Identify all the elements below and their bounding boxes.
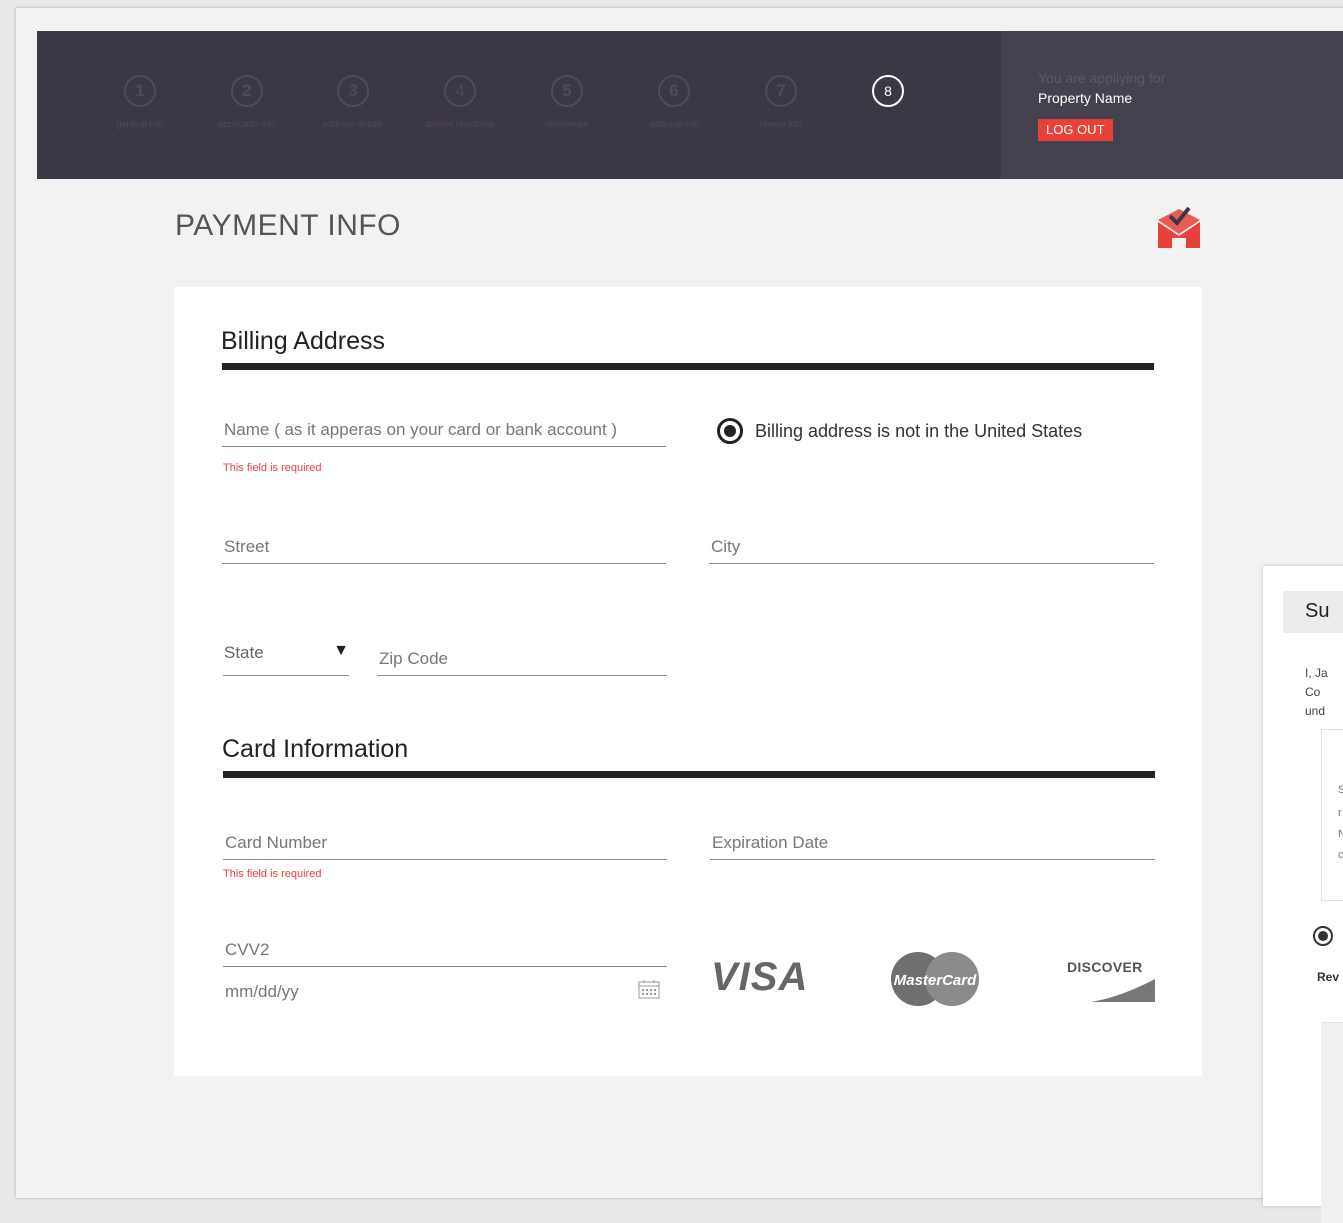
discover-swoosh-icon bbox=[1091, 979, 1155, 1002]
step-4[interactable]: 4 current residence bbox=[405, 75, 515, 129]
non-us-billing-label: Billing address is not in the United Sta… bbox=[755, 420, 1083, 441]
card-number-input[interactable] bbox=[223, 826, 667, 860]
terms-text-line: N bbox=[1338, 828, 1343, 840]
street-input[interactable] bbox=[222, 530, 666, 564]
cvv-input[interactable] bbox=[223, 933, 667, 967]
summary-panel-title: Su bbox=[1305, 600, 1330, 622]
step-number: 1 bbox=[124, 75, 156, 107]
step-progress: 1 general info 2 applicants info 3 addre… bbox=[37, 31, 1001, 179]
review-content-area bbox=[1321, 1022, 1343, 1223]
step-7[interactable]: 7 review info bbox=[726, 75, 836, 129]
card-information-heading: Card Information bbox=[222, 735, 409, 763]
applying-for-label: You are appliying for bbox=[1038, 70, 1166, 86]
terms-text-line: c bbox=[1338, 849, 1343, 861]
visa-logo: VISA bbox=[711, 955, 809, 999]
step-label: aditional info bbox=[648, 119, 700, 129]
radio-button[interactable] bbox=[717, 418, 743, 444]
summary-text-line: Co bbox=[1305, 685, 1321, 699]
name-error-message: This field is required bbox=[223, 462, 322, 474]
step-label: current residence bbox=[425, 119, 495, 129]
date-input[interactable] bbox=[223, 975, 667, 1009]
section-divider bbox=[223, 771, 1155, 778]
step-5[interactable]: 5 references bbox=[512, 75, 622, 129]
expiration-date-input[interactable] bbox=[710, 826, 1155, 860]
zip-code-input[interactable] bbox=[377, 642, 667, 676]
section-divider bbox=[222, 363, 1154, 370]
summary-text-line: I, Ja bbox=[1305, 666, 1328, 680]
step-number: 8 bbox=[872, 75, 904, 107]
discover-logo-text: DISCOVER bbox=[1067, 959, 1143, 975]
city-input[interactable] bbox=[709, 530, 1154, 564]
step-label: review info bbox=[759, 119, 803, 129]
card-number-error-message: This field is required bbox=[223, 868, 322, 880]
logout-button[interactable]: LOG OUT bbox=[1038, 119, 1113, 141]
step-number: 4 bbox=[444, 75, 476, 107]
property-name: Property Name bbox=[1038, 90, 1133, 106]
caret-down-icon: ▼ bbox=[333, 642, 349, 659]
step-number: 5 bbox=[551, 75, 583, 107]
step-number: 3 bbox=[337, 75, 369, 107]
calendar-icon[interactable] bbox=[638, 979, 660, 999]
step-label: applicants info bbox=[218, 119, 276, 129]
step-label: address details bbox=[322, 119, 384, 129]
summary-text-line: und bbox=[1305, 704, 1326, 718]
non-us-billing-option[interactable]: Billing address is not in the United Sta… bbox=[717, 418, 1082, 444]
step-8-active[interactable]: 8 bbox=[833, 75, 943, 107]
step-label: general info bbox=[116, 119, 164, 129]
step-1[interactable]: 1 general info bbox=[85, 75, 195, 129]
applicant-panel: You are appliying for Property Name LOG … bbox=[1001, 31, 1343, 179]
state-select-value: State bbox=[224, 643, 264, 662]
step-2[interactable]: 2 applicants info bbox=[192, 75, 302, 129]
step-number: 2 bbox=[231, 75, 263, 107]
application-header: 1 general info 2 applicants info 3 addre… bbox=[37, 31, 1343, 179]
payment-form-card: Billing Address This field is required B… bbox=[174, 287, 1202, 1076]
step-number: 6 bbox=[658, 75, 690, 107]
cardholder-name-input[interactable] bbox=[222, 413, 666, 447]
step-6[interactable]: 6 aditional info bbox=[619, 75, 729, 129]
billing-address-heading: Billing Address bbox=[221, 327, 385, 355]
review-label: Rev bbox=[1317, 970, 1340, 984]
step-number: 7 bbox=[765, 75, 797, 107]
step-3[interactable]: 3 address details bbox=[298, 75, 408, 129]
step-label: references bbox=[545, 119, 589, 129]
summary-radio-button[interactable] bbox=[1313, 926, 1333, 946]
terms-text-line: r bbox=[1338, 807, 1342, 819]
state-select[interactable]: State ▼ bbox=[223, 637, 349, 676]
house-check-logo-icon bbox=[1158, 206, 1200, 248]
terms-text-line: S bbox=[1338, 784, 1343, 796]
mastercard-text: MasterCard bbox=[894, 972, 977, 989]
summary-side-panel: Su I, Ja Co und S r N c Rev bbox=[1263, 566, 1343, 1223]
mastercard-logo: MasterCard bbox=[891, 952, 979, 1006]
page-title: PAYMENT INFO bbox=[175, 209, 402, 242]
